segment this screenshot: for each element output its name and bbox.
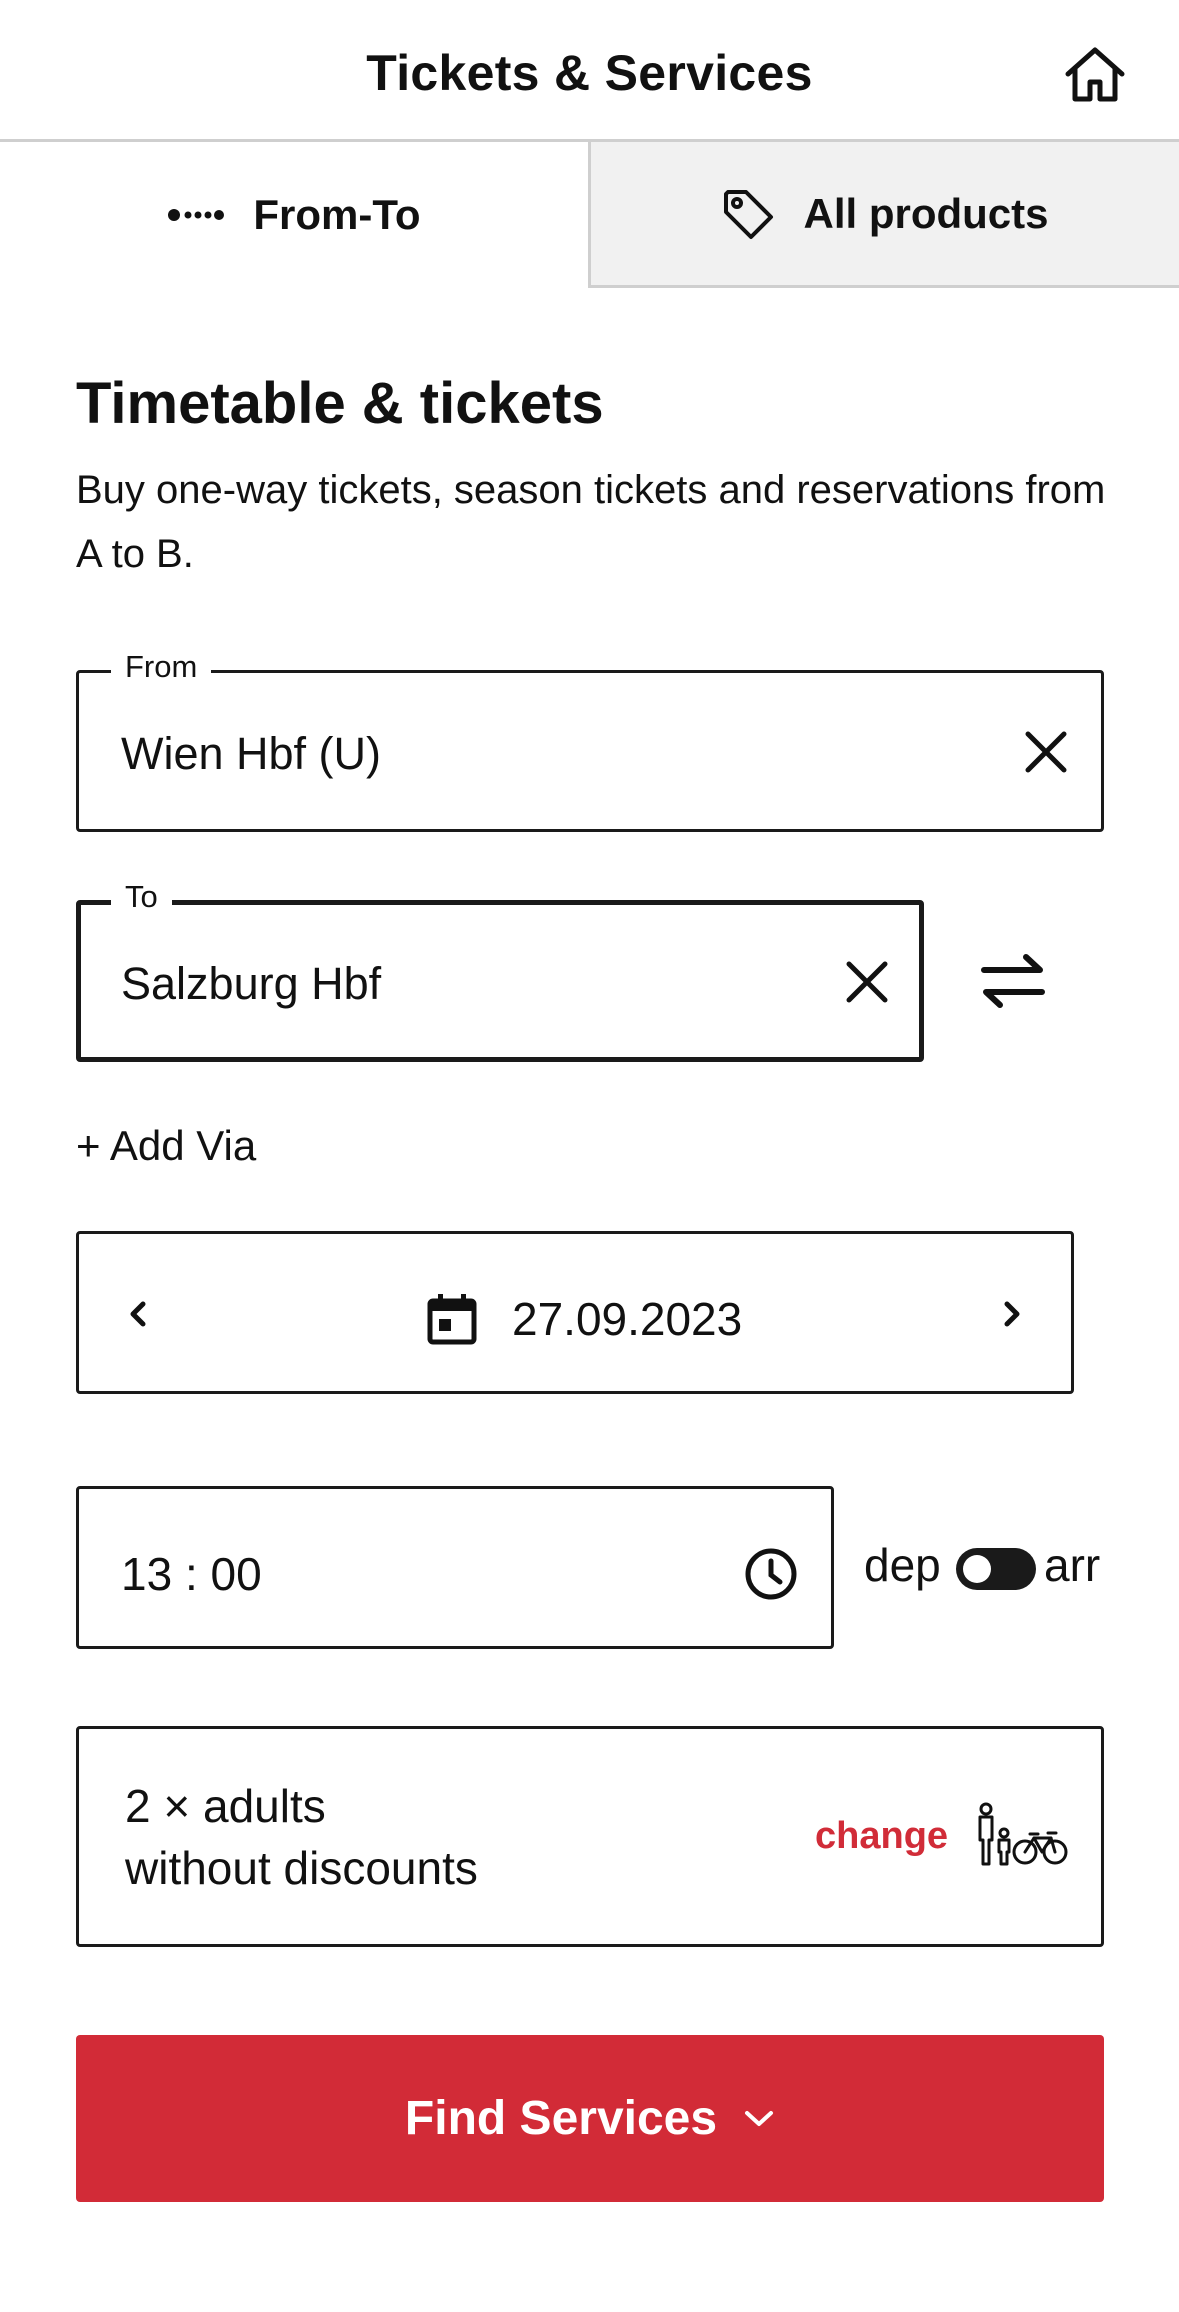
from-value[interactable]: Wien Hbf (U) (121, 728, 381, 780)
time-value[interactable]: 13 : 00 (121, 1547, 262, 1601)
swap-arrows-icon (981, 954, 1045, 1008)
passenger-selector[interactable]: 2 × adults without discounts change (76, 1726, 1104, 1947)
section-description: Buy one-way tickets, season tickets and … (76, 468, 1106, 576)
from-field[interactable]: From Wien Hbf (U) (76, 647, 1104, 832)
clock-icon (743, 1546, 799, 1602)
close-icon (1025, 731, 1067, 773)
section-title: Timetable & tickets (76, 371, 604, 436)
page-title: Tickets & Services (366, 45, 813, 101)
tag-icon (724, 189, 774, 239)
tab-from-to[interactable]: From-To (0, 142, 588, 288)
chevron-right-icon (1004, 1301, 1020, 1327)
passenger-bike-icon (972, 1802, 1072, 1868)
date-value: 27.09.2023 (512, 1293, 743, 1345)
date-picker[interactable]: 27.09.2023 (76, 1231, 1074, 1394)
departure-label: dep (864, 1539, 941, 1591)
tab-from-to-label: From-To (253, 191, 421, 238)
departure-arrival-toggle[interactable] (956, 1548, 1036, 1590)
time-field[interactable]: 13 : 00 (76, 1486, 834, 1649)
home-icon (1065, 47, 1125, 102)
passenger-discount: without discounts (125, 1842, 478, 1894)
passenger-count: 2 × adults (125, 1780, 326, 1832)
add-via-link[interactable]: + Add Via (76, 1122, 256, 1170)
clear-from-button[interactable] (1018, 724, 1074, 780)
to-field[interactable]: To Salzburg Hbf (76, 877, 924, 1062)
chevron-down-icon (745, 2110, 774, 2126)
toggle-knob (963, 1555, 991, 1583)
app-header: Tickets & Services (0, 0, 1179, 142)
tab-all-products[interactable]: All products (588, 142, 1179, 288)
next-day-button[interactable] (991, 1294, 1031, 1334)
find-services-button[interactable]: Find Services (76, 2035, 1104, 2202)
home-button[interactable] (1062, 42, 1128, 108)
find-services-label: Find Services (404, 2092, 718, 2145)
to-value[interactable]: Salzburg Hbf (121, 958, 381, 1010)
previous-day-button[interactable] (119, 1294, 159, 1334)
calendar-icon (426, 1292, 478, 1346)
from-label: From (111, 647, 212, 687)
change-passengers-link[interactable]: change (815, 1815, 948, 1858)
chevron-left-icon (130, 1301, 146, 1327)
arrival-label: arr (1044, 1539, 1101, 1591)
route-dots-icon (168, 209, 225, 221)
to-label: To (111, 877, 172, 917)
clear-to-button[interactable] (839, 954, 895, 1010)
close-icon (846, 961, 888, 1003)
swap-stations-button[interactable] (978, 950, 1048, 1012)
tab-all-products-label: All products (803, 189, 1049, 237)
